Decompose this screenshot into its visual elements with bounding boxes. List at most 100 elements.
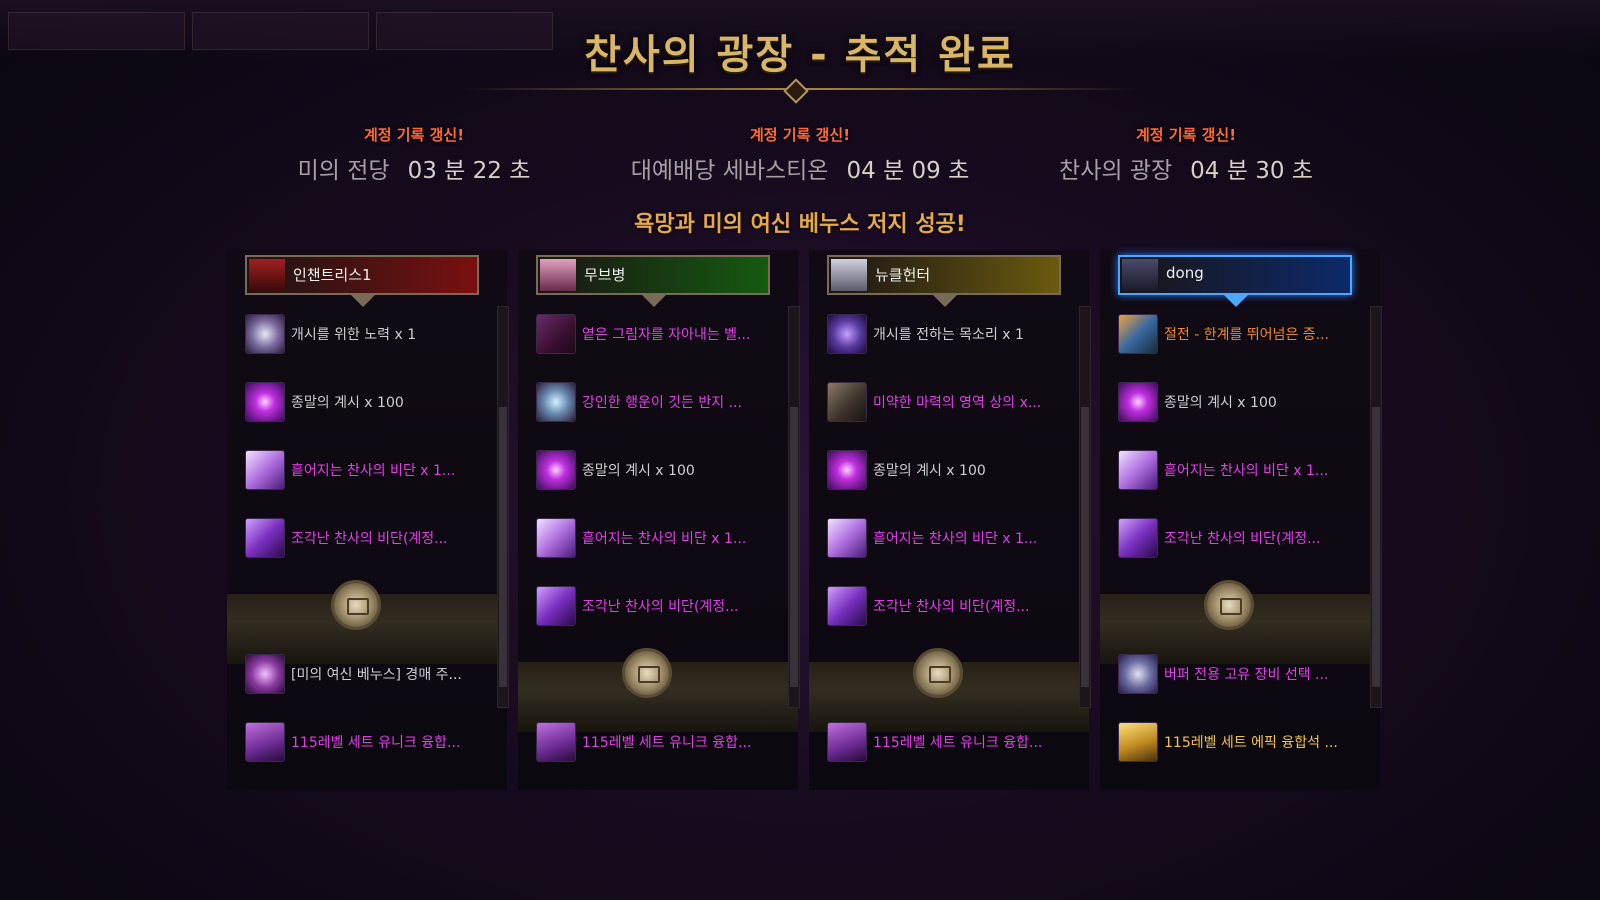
purple-orb-icon bbox=[827, 450, 867, 490]
player-column: dong 절전 - 한계를 뛰어넘은 증... 종말의 계시 x 100 흩어지는 찬… bbox=[1100, 250, 1410, 790]
silk-shard-icon bbox=[1118, 518, 1158, 558]
silk-icon bbox=[536, 518, 576, 558]
silk-shard-icon bbox=[536, 586, 576, 626]
reward-scrollbar[interactable] bbox=[1079, 306, 1091, 708]
record-dungeon: 찬사의 광장 bbox=[1059, 158, 1173, 184]
purple-orb-icon bbox=[1118, 382, 1158, 422]
reward-item[interactable]: 종말의 계시 x 100 bbox=[827, 448, 1077, 492]
reward-item-name: 종말의 계시 x 100 bbox=[873, 463, 986, 479]
player-column: 인챈트리스1 개시를 위한 노력 x 1 종말의 계시 x 100 흩어지는 찬사의 … bbox=[227, 250, 537, 790]
reward-item-name: 미약한 마력의 영역 상의 x... bbox=[873, 395, 1042, 411]
record-3: 계정 기록 갱신! 찬사의 광장 04 분 30 초 bbox=[996, 124, 1376, 185]
reward-item[interactable]: 종말의 계시 x 100 bbox=[536, 448, 786, 492]
reward-item-name: 조각난 찬사의 비단(계정... bbox=[291, 531, 448, 547]
fusion-stone-icon bbox=[827, 722, 867, 762]
reward-item[interactable]: 흩어지는 찬사의 비단 x 1... bbox=[1118, 448, 1368, 492]
title-gem-icon bbox=[783, 78, 809, 104]
fusion-stone-icon bbox=[245, 722, 285, 762]
reward-item[interactable]: 조각난 찬사의 비단(계정... bbox=[245, 516, 495, 560]
reward-item[interactable]: 115레벨 세트 에픽 융합석 ... bbox=[1118, 720, 1368, 764]
reward-item[interactable]: 115레벨 세트 유니크 융합... bbox=[827, 720, 1077, 764]
player-avatar bbox=[831, 259, 867, 291]
player-header: 인챈트리스1 bbox=[245, 255, 479, 307]
belt-icon bbox=[536, 314, 576, 354]
silk-shard-icon bbox=[827, 586, 867, 626]
reward-item[interactable]: 흩어지는 찬사의 비단 x 1... bbox=[245, 448, 495, 492]
treasure-chest-icon[interactable] bbox=[331, 580, 381, 630]
purple-orb-icon bbox=[536, 450, 576, 490]
reward-item-name: 조각난 찬사의 비단(계정... bbox=[582, 599, 739, 615]
player-name: dong bbox=[1166, 264, 1204, 282]
voice-icon bbox=[827, 314, 867, 354]
reward-item-name: 115레벨 세트 유니크 융합... bbox=[291, 735, 461, 751]
reward-item-name: 개시를 위한 노력 x 1 bbox=[291, 327, 417, 343]
reward-item-name: 115레벨 세트 에픽 융합석 ... bbox=[1164, 735, 1338, 751]
reward-item-name: 조각난 찬사의 비단(계정... bbox=[1164, 531, 1321, 547]
treasure-chest-icon[interactable] bbox=[913, 648, 963, 698]
armor-icon bbox=[827, 382, 867, 422]
reward-item-name: [미의 여신 베누스] 경매 주... bbox=[291, 667, 462, 683]
reward-item-name: 흩어지는 찬사의 비단 x 1... bbox=[582, 531, 747, 547]
reward-item-name: 흩어지는 찬사의 비단 x 1... bbox=[1164, 463, 1329, 479]
legendary-gem-icon bbox=[1118, 314, 1158, 354]
silk-icon bbox=[827, 518, 867, 558]
reward-item-name: 개시를 전하는 목소리 x 1 bbox=[873, 327, 1024, 343]
scrollbar-thumb[interactable] bbox=[499, 407, 507, 687]
player-avatar bbox=[249, 259, 285, 291]
player-column: 무브병옅은 그림자를 자아내는 벨... 강인한 행운이 깃든 반지 ... 종말의… bbox=[518, 250, 828, 790]
reward-item-name: 옅은 그림자를 자아내는 벨... bbox=[582, 327, 751, 343]
scrollbar-thumb[interactable] bbox=[1372, 407, 1380, 687]
reward-item[interactable]: 종말의 계시 x 100 bbox=[1118, 380, 1368, 424]
player-avatar bbox=[1122, 259, 1158, 291]
scrollbar-thumb[interactable] bbox=[790, 407, 798, 687]
reward-item-name: 절전 - 한계를 뛰어넘은 증... bbox=[1164, 327, 1330, 343]
player-name: 무브병 bbox=[584, 266, 626, 284]
reward-item[interactable]: 강인한 행운이 깃든 반지 ... bbox=[536, 380, 786, 424]
reward-item[interactable]: 조각난 찬사의 비단(계정... bbox=[1118, 516, 1368, 560]
reward-item[interactable]: 종말의 계시 x 100 bbox=[245, 380, 495, 424]
reward-item-name: 종말의 계시 x 100 bbox=[1164, 395, 1277, 411]
player-name: 인챈트리스1 bbox=[293, 266, 372, 284]
chest-lid-icon bbox=[638, 666, 660, 683]
venus-token-icon bbox=[245, 654, 285, 694]
reward-item-name: 흩어지는 찬사의 비단 x 1... bbox=[873, 531, 1038, 547]
result-title: 찬사의 광장 - 추적 완료 bbox=[584, 32, 1016, 78]
reward-item[interactable]: 절전 - 한계를 뛰어넘은 증... bbox=[1118, 312, 1368, 356]
reward-scrollbar[interactable] bbox=[788, 306, 800, 708]
chest-lid-icon bbox=[347, 598, 369, 615]
header-pointer-icon bbox=[351, 295, 375, 307]
reward-scrollbar[interactable] bbox=[1370, 306, 1382, 708]
reward-scrollbar[interactable] bbox=[497, 306, 509, 708]
swirl-icon bbox=[245, 314, 285, 354]
silk-icon bbox=[245, 450, 285, 490]
treasure-chest-icon[interactable] bbox=[1204, 580, 1254, 630]
scrollbar-thumb[interactable] bbox=[1081, 407, 1089, 687]
reward-item[interactable]: 미약한 마력의 영역 상의 x... bbox=[827, 380, 1077, 424]
record-tag: 계정 기록 갱신! bbox=[749, 126, 851, 144]
epic-fusion-icon bbox=[1118, 722, 1158, 762]
reward-item-name: 흩어지는 찬사의 비단 x 1... bbox=[291, 463, 456, 479]
reward-item[interactable]: 흩어지는 찬사의 비단 x 1... bbox=[536, 516, 786, 560]
reward-item[interactable]: 흩어지는 찬사의 비단 x 1... bbox=[827, 516, 1077, 560]
treasure-chest-icon[interactable] bbox=[622, 648, 672, 698]
reward-item-name: 버퍼 전용 고유 장비 선택 ... bbox=[1164, 667, 1329, 683]
reward-item[interactable]: 버퍼 전용 고유 장비 선택 ... bbox=[1118, 652, 1368, 696]
record-time: 04 분 09 초 bbox=[846, 158, 970, 184]
silk-icon bbox=[1118, 450, 1158, 490]
reward-item[interactable]: 옅은 그림자를 자아내는 벨... bbox=[536, 312, 786, 356]
reward-item-name: 115레벨 세트 유니크 융합... bbox=[873, 735, 1043, 751]
player-avatar bbox=[540, 259, 576, 291]
reward-item[interactable]: 개시를 위한 노력 x 1 bbox=[245, 312, 495, 356]
buffer-box-icon bbox=[1118, 654, 1158, 694]
reward-item-name: 115레벨 세트 유니크 융합... bbox=[582, 735, 752, 751]
reward-item[interactable]: 개시를 전하는 목소리 x 1 bbox=[827, 312, 1077, 356]
record-dungeon: 대예배당 세바스티온 bbox=[630, 158, 829, 184]
reward-item[interactable]: [미의 여신 베누스] 경매 주... bbox=[245, 652, 495, 696]
reward-item[interactable]: 115레벨 세트 유니크 융합... bbox=[245, 720, 495, 764]
record-time: 03 분 22 초 bbox=[407, 158, 531, 184]
fusion-stone-icon bbox=[536, 722, 576, 762]
reward-item[interactable]: 조각난 찬사의 비단(계정... bbox=[827, 584, 1077, 628]
reward-item[interactable]: 115레벨 세트 유니크 융합... bbox=[536, 720, 786, 764]
reward-item[interactable]: 조각난 찬사의 비단(계정... bbox=[536, 584, 786, 628]
chest-lid-icon bbox=[929, 666, 951, 683]
